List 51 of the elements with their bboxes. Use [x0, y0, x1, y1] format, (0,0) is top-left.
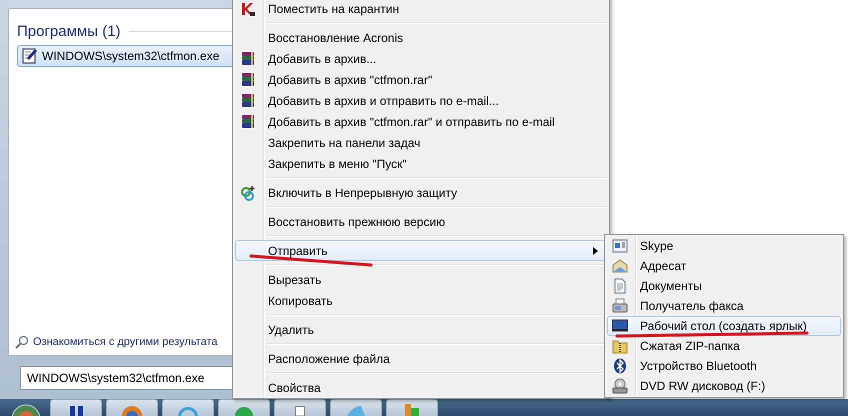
menu-item[interactable]: Поместить на карантин [235, 0, 607, 19]
taskbar-button[interactable] [50, 399, 102, 416]
menu-item[interactable]: Копировать [235, 290, 607, 311]
disc-drive-icon [612, 378, 628, 394]
books-stack-icon [240, 92, 256, 108]
document-icon [295, 406, 305, 416]
menu-item[interactable]: Добавить в архив... [235, 48, 607, 69]
menu-item[interactable]: DVD RW дисковод (F:) [607, 376, 841, 396]
more-results-link[interactable]: Ознакомиться с другими результата [33, 336, 218, 348]
menu-item[interactable]: Документы [607, 276, 841, 296]
menu-item[interactable]: Рабочий стол (создать ярлык) [607, 316, 841, 336]
menu-item[interactable]: Расположение файла [235, 348, 607, 369]
rings-plus-icon [240, 184, 256, 200]
menu-item[interactable]: Сжатая ZIP-папка [607, 336, 841, 356]
menu-item[interactable]: Восстановить прежнюю версию [235, 211, 607, 232]
menu-item[interactable]: Вырезать [235, 269, 607, 290]
document-icon [612, 278, 628, 294]
books-stack-icon [240, 50, 256, 66]
folder-zipper-icon [612, 338, 628, 354]
menu-item[interactable]: Отправить [235, 240, 607, 261]
bluetooth-icon [612, 358, 628, 374]
menu-item[interactable]: Восстановление Acronis [235, 27, 607, 48]
globe-icon [122, 406, 142, 416]
menu-item[interactable]: Закрепить в меню "Пуск" [235, 153, 607, 174]
bars-icon [70, 406, 82, 416]
menu-item[interactable]: Адресат [607, 256, 841, 276]
menu-item[interactable]: Skype [607, 236, 841, 256]
notepad-pen-icon [22, 48, 38, 64]
drop-icon [347, 406, 365, 416]
group-title: Программы (1) [17, 23, 121, 40]
taskbar-button[interactable] [106, 399, 158, 416]
taskbar-button[interactable] [274, 399, 326, 416]
k-letter-icon [240, 0, 256, 16]
search-icon [15, 335, 29, 349]
squares-icon [405, 404, 419, 416]
menu-item[interactable]: Включить в Непрерывную защиту [235, 182, 607, 203]
menu-item[interactable]: Устройство Bluetooth [607, 356, 841, 376]
menu-item[interactable]: Добавить в архив "ctfmon.rar" [235, 69, 607, 90]
menu-item[interactable]: Удалить [235, 319, 607, 340]
envelope-icon [612, 258, 628, 274]
menu-item[interactable]: Закрепить на панели задач [235, 132, 607, 153]
menu-item[interactable]: Добавить в архив "ctfmon.rar" и отправить по e-mail [235, 111, 607, 132]
printer-icon [612, 298, 628, 314]
submenu-arrow-icon [593, 246, 598, 254]
menu-item[interactable]: Получатель факса [607, 296, 841, 316]
books-stack-icon [240, 114, 256, 130]
window-icon [612, 238, 628, 254]
ring-icon [178, 406, 198, 416]
monitor-icon [612, 318, 628, 334]
books-stack-icon [240, 72, 256, 88]
menu-item[interactable]: Добавить в архив и отправить по e-mail... [235, 90, 607, 111]
